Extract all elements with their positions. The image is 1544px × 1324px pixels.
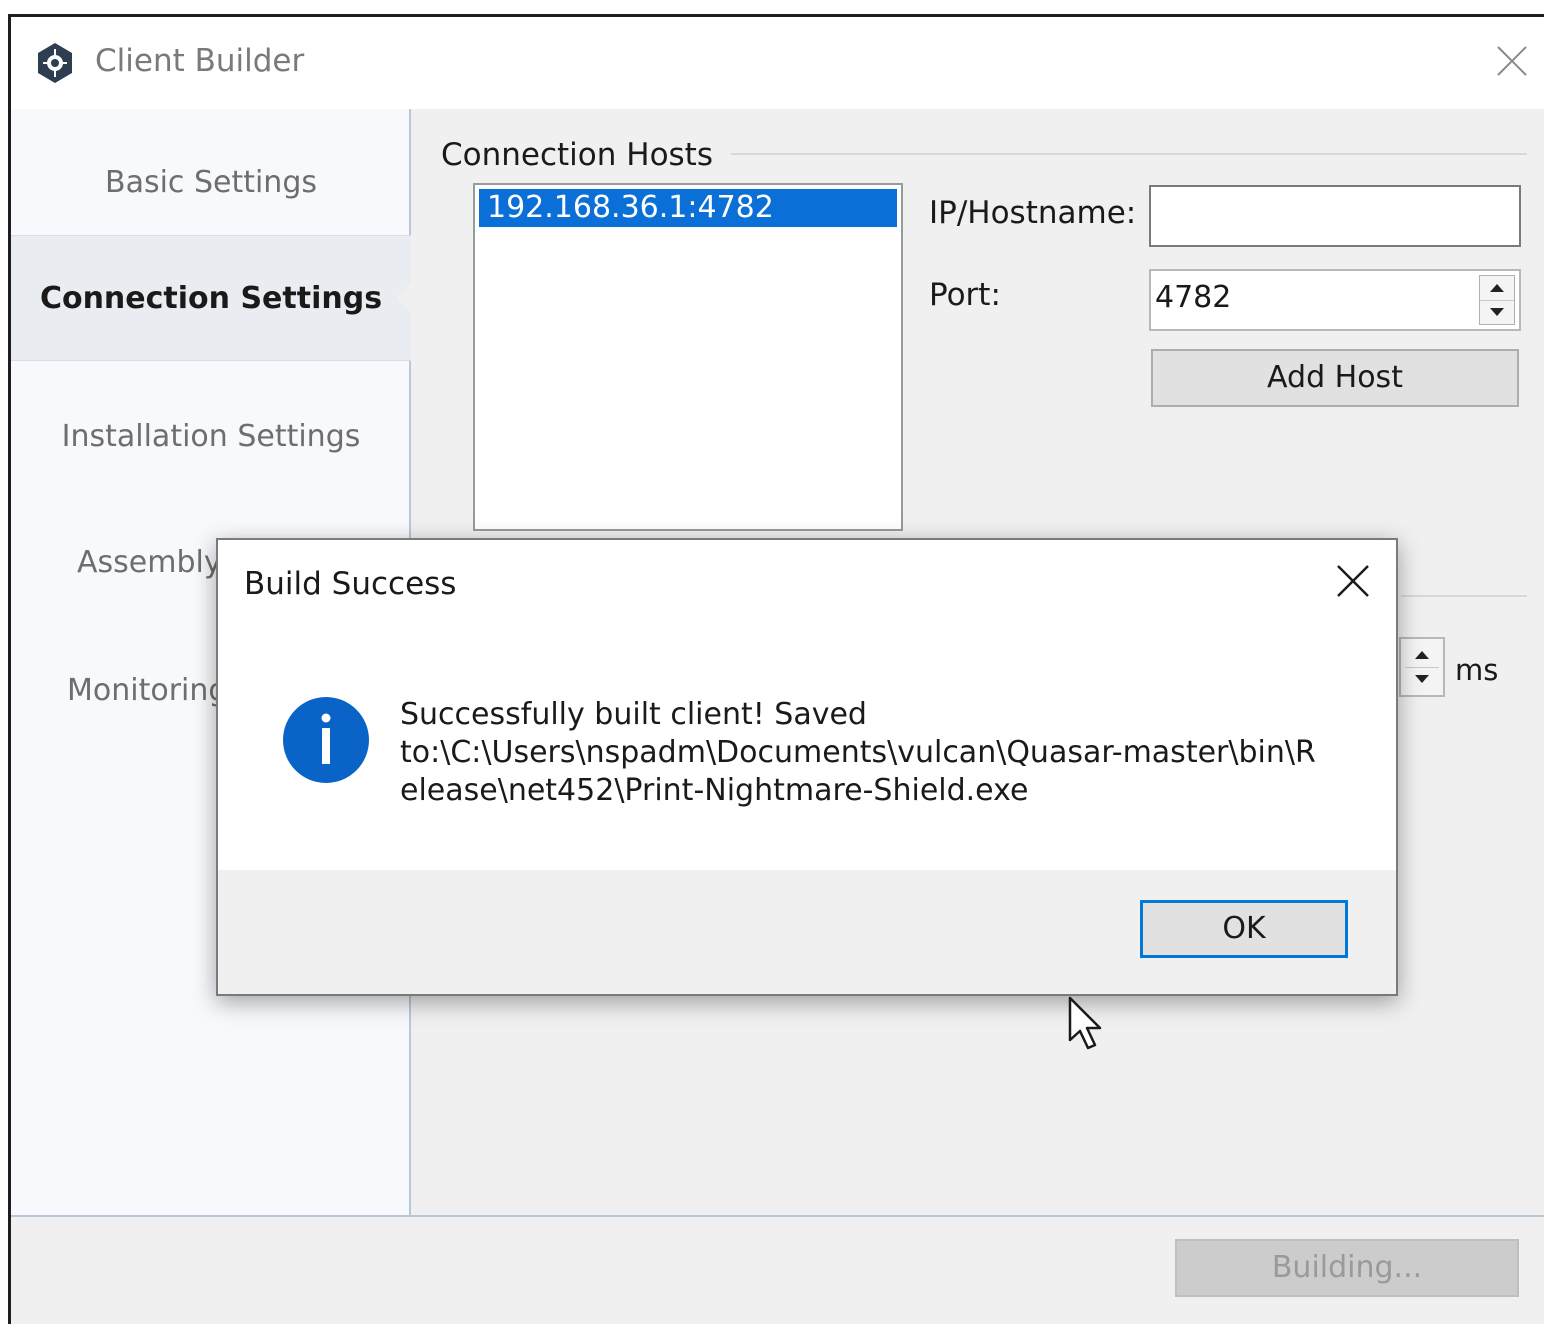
ip-hostname-label: IP/Hostname: (929, 195, 1137, 231)
dialog-message: Successfully built client! Saved to:\C:\U… (400, 696, 1340, 810)
delay-decrement-button[interactable] (1405, 667, 1439, 691)
delay-spinner[interactable] (1399, 637, 1445, 697)
sidebar-item-label: Basic Settings (104, 164, 317, 200)
port-increment-button[interactable] (1480, 276, 1514, 301)
arrow-down-icon (1490, 308, 1504, 316)
dialog-message-line: Successfully built client! Saved (400, 697, 867, 732)
arrow-up-icon (1415, 651, 1429, 659)
dialog-message-line: to:\C:\Users\nspadm\Documents\vulcan\Qua… (400, 735, 1316, 770)
connection-hosts-title: Connection Hosts (441, 137, 713, 173)
sidebar-item-label: Assembly (77, 544, 222, 580)
close-icon[interactable] (1492, 41, 1532, 81)
build-button: Building... (1175, 1239, 1519, 1297)
group-divider (731, 153, 1527, 155)
sidebar-item-basic-settings[interactable]: Basic Settings (11, 119, 411, 245)
build-success-dialog: Build Success Successfully built client!… (216, 538, 1398, 996)
delay-increment-button[interactable] (1405, 643, 1439, 668)
sidebar-item-connection-settings[interactable]: Connection Settings (11, 235, 413, 361)
port-label: Port: (929, 277, 1001, 313)
port-decrement-button[interactable] (1480, 300, 1514, 324)
dialog-footer: OK (218, 870, 1396, 994)
quasar-logo-icon (38, 43, 72, 83)
group-divider (1401, 595, 1527, 597)
host-list-item[interactable]: 192.168.36.1:4782 (479, 189, 897, 227)
sidebar-item-label: Installation Settings (61, 418, 361, 454)
footer-divider (11, 1215, 1544, 1217)
ok-button[interactable]: OK (1140, 900, 1348, 958)
add-host-button[interactable]: Add Host (1151, 349, 1519, 407)
hosts-listbox[interactable]: 192.168.36.1:4782 (473, 183, 903, 531)
title-bar: Client Builder (11, 17, 1544, 109)
info-icon (283, 697, 369, 783)
mouse-cursor-icon (1068, 996, 1102, 1050)
arrow-down-icon (1415, 675, 1429, 683)
port-value: 4782 (1155, 280, 1232, 315)
sidebar-item-label: Connection Settings (39, 280, 383, 316)
port-spinner (1479, 275, 1515, 325)
delay-unit-label: ms (1455, 653, 1499, 687)
active-indicator (397, 282, 413, 314)
ip-hostname-input[interactable] (1149, 185, 1521, 247)
close-icon[interactable] (1334, 562, 1372, 600)
arrow-up-icon (1490, 284, 1504, 292)
window-title: Client Builder (95, 43, 305, 79)
sidebar-item-installation-settings[interactable]: Installation Settings (11, 373, 411, 499)
dialog-message-line: elease\net452\Print-Nightmare-Shield.exe (400, 773, 1029, 808)
port-stepper[interactable]: 4782 (1149, 269, 1521, 331)
sidebar-item-label: Monitoring (67, 672, 228, 708)
dialog-title: Build Success (244, 566, 457, 602)
